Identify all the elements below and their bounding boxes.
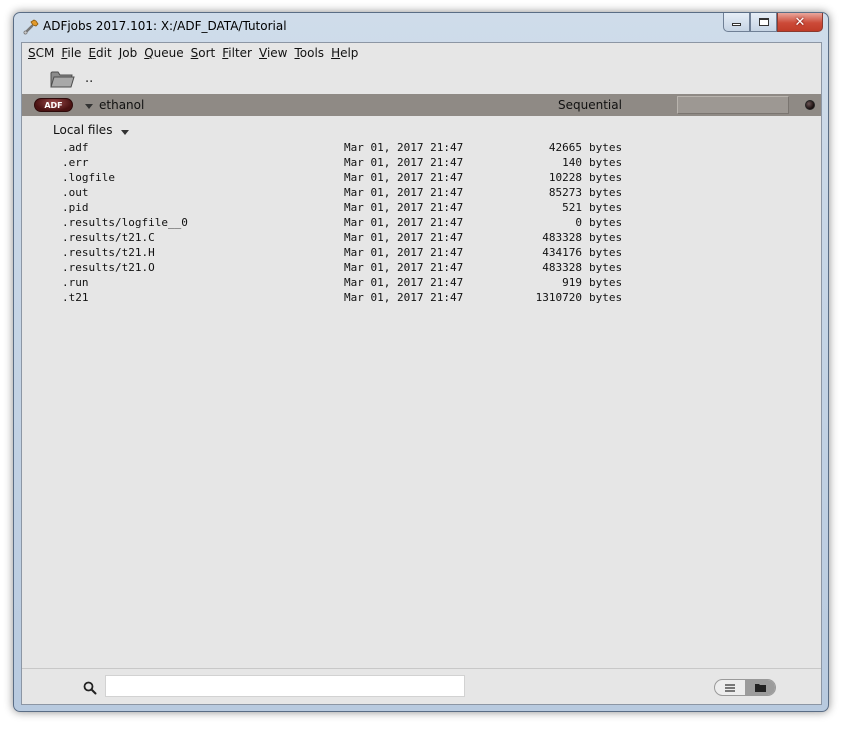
menu-bar: SCM File Edit Job Queue Sort Filter View… xyxy=(22,43,821,63)
wrench-icon xyxy=(23,19,39,35)
menu-filter[interactable]: Filter xyxy=(222,43,258,63)
adf-badge[interactable]: ADF xyxy=(34,98,73,112)
file-name: .logfile xyxy=(62,171,115,184)
file-name: .results/t21.O xyxy=(62,261,155,274)
file-date: Mar 01, 2017 21:47 xyxy=(344,276,464,289)
list-item[interactable]: .adf Mar 01, 2017 21:47 42665 bytes xyxy=(62,141,632,156)
maximize-button[interactable] xyxy=(750,13,777,32)
list-item[interactable]: .results/t21.C Mar 01, 2017 21:47 483328 by… xyxy=(62,231,632,246)
file-size-unit: bytes xyxy=(589,171,623,184)
list-item[interactable]: .results/logfile__0 Mar 01, 2017 21:47 0 by… xyxy=(62,216,632,231)
file-name: .t21 xyxy=(62,291,89,304)
list-item[interactable]: .out Mar 01, 2017 21:47 85273 bytes xyxy=(62,186,632,201)
folder-icon[interactable] xyxy=(49,67,75,89)
file-date: Mar 01, 2017 21:47 xyxy=(344,171,464,184)
job-menu-arrow-icon[interactable] xyxy=(85,104,93,109)
menu-edit[interactable]: Edit xyxy=(88,43,117,63)
folder-view-button[interactable] xyxy=(745,680,775,695)
file-size-unit: bytes xyxy=(589,231,623,244)
job-run-mode[interactable]: Sequential xyxy=(558,98,622,112)
close-icon: ✕ xyxy=(794,14,806,30)
file-date: Mar 01, 2017 21:47 xyxy=(344,231,464,244)
title-bar[interactable]: ADFjobs 2017.101: X:/ADF_DATA/Tutorial ✕ xyxy=(14,13,828,41)
list-item[interactable]: .err Mar 01, 2017 21:47 140 bytes xyxy=(62,156,632,171)
file-date: Mar 01, 2017 21:47 xyxy=(344,156,464,169)
file-date: Mar 01, 2017 21:47 xyxy=(344,216,464,229)
status-led-icon xyxy=(805,100,815,110)
file-date: Mar 01, 2017 21:47 xyxy=(344,261,464,274)
list-icon xyxy=(725,683,735,692)
list-view-button[interactable] xyxy=(715,680,745,695)
view-mode-toggle xyxy=(714,679,776,696)
file-size-unit: bytes xyxy=(589,186,623,199)
file-size-unit: bytes xyxy=(589,141,623,154)
file-date: Mar 01, 2017 21:47 xyxy=(344,186,464,199)
file-size: 521 xyxy=(562,201,582,214)
file-size: 434176 xyxy=(542,246,582,259)
file-size: 483328 xyxy=(542,231,582,244)
file-date: Mar 01, 2017 21:47 xyxy=(344,291,464,304)
file-date: Mar 01, 2017 21:47 xyxy=(344,141,464,154)
folder-icon xyxy=(754,683,766,692)
file-date: Mar 01, 2017 21:47 xyxy=(344,201,464,214)
file-name: .err xyxy=(62,156,89,169)
file-size-unit: bytes xyxy=(589,291,623,304)
file-size: 140 xyxy=(562,156,582,169)
list-item[interactable]: .results/t21.O Mar 01, 2017 21:47 483328 by… xyxy=(62,261,632,276)
file-size: 919 xyxy=(562,276,582,289)
file-date: Mar 01, 2017 21:47 xyxy=(344,246,464,259)
window-title: ADFjobs 2017.101: X:/ADF_DATA/Tutorial xyxy=(43,19,287,33)
minimize-button[interactable] xyxy=(723,13,750,32)
app-window: ADFjobs 2017.101: X:/ADF_DATA/Tutorial ✕… xyxy=(13,12,829,712)
list-item[interactable]: .results/t21.H Mar 01, 2017 21:47 434176 by… xyxy=(62,246,632,261)
close-button[interactable]: ✕ xyxy=(777,13,823,32)
job-row[interactable]: ADF ethanol Sequential xyxy=(22,94,821,116)
file-list: .adf Mar 01, 2017 21:47 42665 bytes .err Mar… xyxy=(62,141,632,306)
job-status-field xyxy=(677,96,789,114)
minimize-icon xyxy=(732,23,741,26)
file-size-unit: bytes xyxy=(589,156,623,169)
bottom-toolbar xyxy=(22,668,821,704)
maximize-icon xyxy=(758,18,769,26)
job-name[interactable]: ethanol xyxy=(99,98,144,112)
file-name: .results/t21.C xyxy=(62,231,155,244)
file-size-unit: bytes xyxy=(589,276,623,289)
file-name: .results/logfile__0 xyxy=(62,216,188,229)
list-item[interactable]: .t21 Mar 01, 2017 21:47 1310720 bytes xyxy=(62,291,632,306)
file-size: 1310720 xyxy=(535,291,582,304)
menu-job[interactable]: Job xyxy=(119,43,144,63)
list-item[interactable]: .run Mar 01, 2017 21:47 919 bytes xyxy=(62,276,632,291)
file-size: 483328 xyxy=(542,261,582,274)
menu-view[interactable]: View xyxy=(259,43,293,63)
menu-queue[interactable]: Queue xyxy=(144,43,189,63)
file-name: .results/t21.H xyxy=(62,246,155,259)
list-item[interactable]: .pid Mar 01, 2017 21:47 521 bytes xyxy=(62,201,632,216)
menu-file[interactable]: File xyxy=(61,43,87,63)
local-files-dropdown-icon[interactable] xyxy=(121,130,129,135)
file-size: 0 xyxy=(575,216,582,229)
file-size-unit: bytes xyxy=(589,201,623,214)
menu-sort[interactable]: Sort xyxy=(191,43,222,63)
search-icon xyxy=(83,681,97,695)
local-files-label[interactable]: Local files xyxy=(53,123,112,137)
window-controls: ✕ xyxy=(723,13,823,33)
file-size-unit: bytes xyxy=(589,261,623,274)
search-input[interactable] xyxy=(105,675,465,697)
client-area: SCM File Edit Job Queue Sort Filter View… xyxy=(21,42,822,705)
file-name: .adf xyxy=(62,141,89,154)
file-size: 42665 xyxy=(548,141,582,154)
list-item[interactable]: .logfile Mar 01, 2017 21:47 10228 bytes xyxy=(62,171,632,186)
menu-tools[interactable]: Tools xyxy=(294,43,330,63)
menu-help[interactable]: Help xyxy=(331,43,364,63)
file-size: 85273 xyxy=(548,186,582,199)
file-name: .run xyxy=(62,276,89,289)
file-size-unit: bytes xyxy=(589,216,623,229)
file-name: .pid xyxy=(62,201,89,214)
menu-scm[interactable]: SCM xyxy=(28,43,60,63)
file-name: .out xyxy=(62,186,89,199)
file-size-unit: bytes xyxy=(589,246,623,259)
file-size: 10228 xyxy=(548,171,582,184)
parent-directory-link[interactable]: .. xyxy=(85,71,93,86)
